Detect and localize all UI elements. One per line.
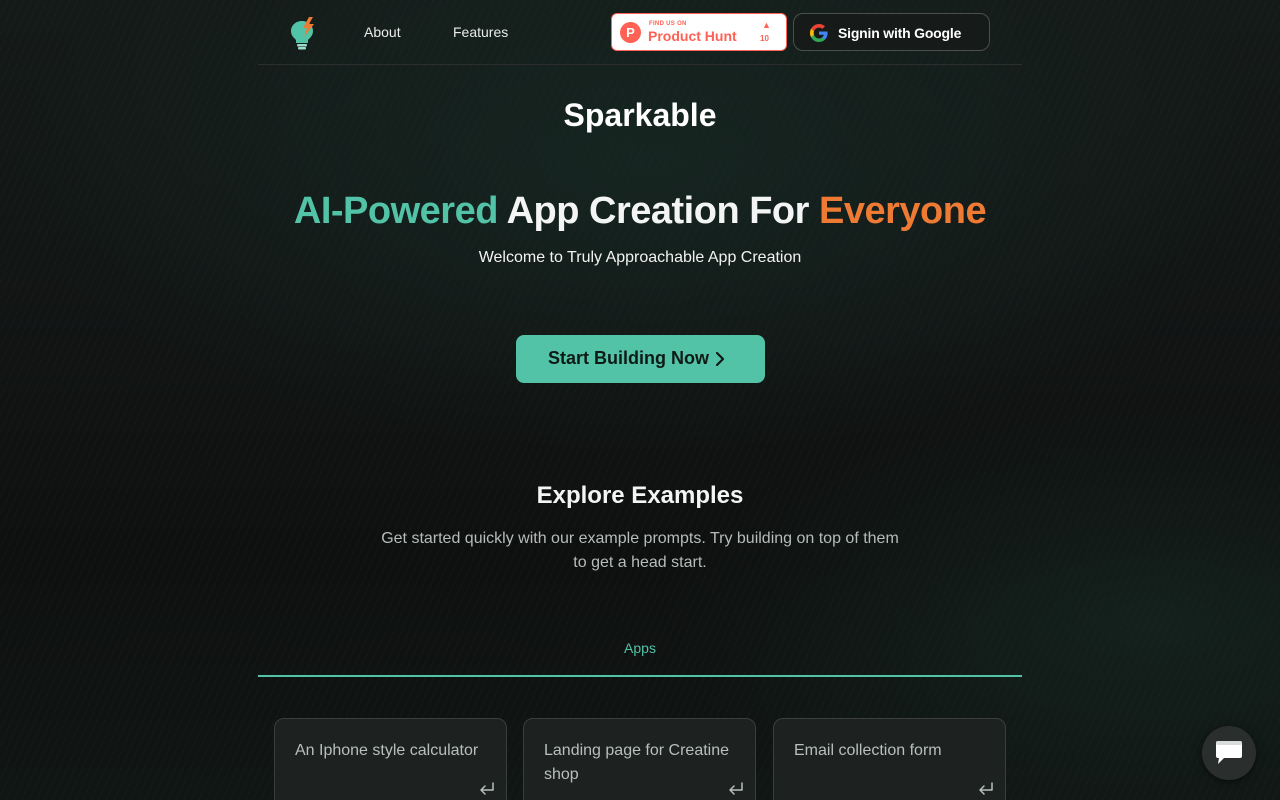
example-card-text: Landing page for Creatine shop (544, 742, 730, 783)
example-card[interactable]: Landing page for Creatine shop (523, 718, 756, 800)
chevron-right-icon (713, 350, 727, 368)
start-building-label: Start Building Now (548, 348, 709, 368)
tab-apps[interactable]: Apps (258, 640, 1022, 656)
tab-underline (258, 675, 1022, 677)
enter-icon (977, 782, 995, 796)
main-container: About Features P FIND US ON Product Hunt… (258, 0, 1022, 800)
enter-icon (478, 782, 496, 796)
top-nav: About Features P FIND US ON Product Hunt… (258, 0, 1022, 65)
sparkable-logo-icon[interactable] (288, 16, 318, 50)
example-card-text: An Iphone style calculator (295, 742, 479, 759)
examples-description: Get started quickly with our example pro… (381, 530, 899, 571)
chat-bubble-icon (1214, 740, 1244, 766)
product-hunt-name: Product Hunt (648, 28, 737, 44)
upvote-arrow-icon: ▲ (762, 20, 771, 30)
hero-headline: AI-Powered App Creation For Everyone (258, 190, 1022, 233)
upvote-count: 10 (760, 34, 769, 43)
brand-title: Sparkable (563, 97, 717, 133)
product-hunt-badge[interactable]: P FIND US ON Product Hunt ▲ 10 (611, 13, 787, 51)
headline-highlight-green: AI-Powered (293, 190, 499, 232)
start-building-button[interactable]: Start Building Now (516, 335, 765, 383)
example-card[interactable]: Email collection form (773, 718, 1006, 800)
nav-features-link[interactable]: Features (453, 24, 508, 40)
google-signin-button[interactable]: Signin with Google (793, 13, 990, 51)
hero-subtitle: Welcome to Truly Approachable App Creati… (478, 249, 802, 266)
product-hunt-caption: FIND US ON (649, 21, 687, 27)
example-card[interactable]: An Iphone style calculator (274, 718, 507, 800)
example-card-text: Email collection form (794, 742, 942, 759)
examples-title: Explore Examples (536, 482, 744, 509)
headline-middle: App Creation For (497, 190, 819, 232)
headline-highlight-orange: Everyone (819, 190, 987, 232)
enter-icon (727, 782, 745, 796)
nav-about-link[interactable]: About (364, 24, 401, 40)
chat-button[interactable] (1202, 726, 1256, 780)
google-signin-label: Signin with Google (838, 25, 962, 41)
product-hunt-logo-icon: P (620, 22, 641, 43)
google-icon (810, 24, 828, 42)
